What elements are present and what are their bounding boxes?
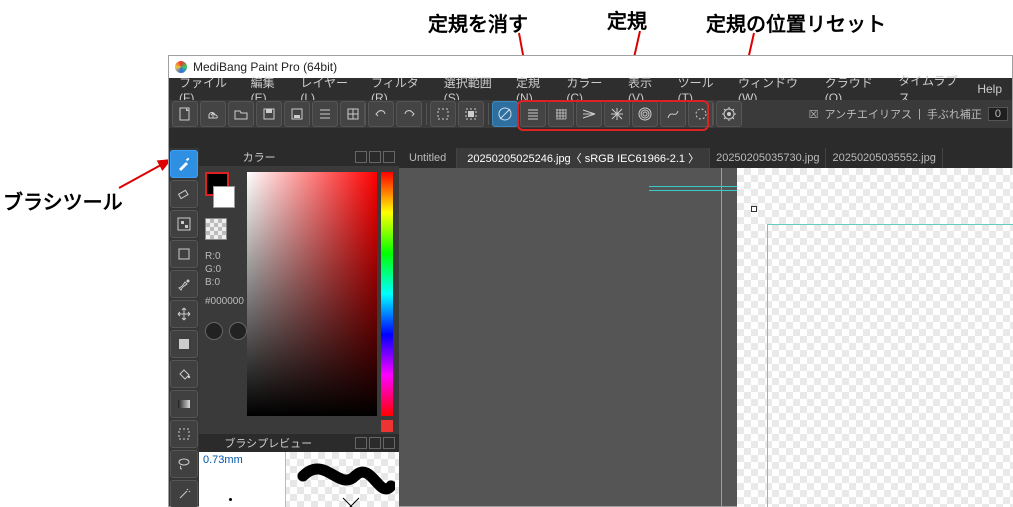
tb-undo-icon[interactable] [368, 101, 394, 127]
brush-preview: 0.73mm [199, 452, 399, 507]
app-title: MediBang Paint Pro (64bit) [193, 60, 337, 74]
brush-stroke-preview [295, 458, 395, 507]
tb-ruler-settings-icon[interactable] [716, 101, 742, 127]
tb-saveas-icon[interactable] [284, 101, 310, 127]
color-panel: R:0 G:0 B:0 #000000 [199, 166, 399, 434]
panel-close-icon[interactable] [383, 151, 395, 163]
app-window: MediBang Paint Pro (64bit) ファイル(F) 編集(E)… [168, 55, 1013, 507]
guide-vertical [721, 168, 722, 506]
tb-ruler-concentric-icon[interactable] [632, 101, 658, 127]
tool-dot-icon[interactable] [170, 210, 198, 238]
menubar: ファイル(F) 編集(E) レイヤー(L) フィルタ(R) 選択範囲(S) 定規… [169, 78, 1012, 100]
hue-slider[interactable] [381, 172, 393, 416]
canvas-area: Untitled 20250205025246.jpg〈 sRGB IEC619… [399, 148, 1012, 506]
tool-shape-icon[interactable] [170, 240, 198, 268]
artboard[interactable] [399, 168, 1012, 506]
hex-readout[interactable]: #000000 [205, 296, 244, 307]
panel-close-icon-2[interactable] [383, 437, 395, 449]
tb-cloud-open-icon[interactable] [200, 101, 226, 127]
selection-handle[interactable] [751, 206, 757, 212]
tb-ruler-radial-icon[interactable] [604, 101, 630, 127]
color-panel-header: カラー [199, 148, 399, 166]
palette-icon-1[interactable] [205, 322, 223, 340]
palette-column: カラー R:0 G:0 B:0 #000000 [199, 148, 400, 506]
tb-deselect-icon[interactable] [430, 101, 456, 127]
color-panel-title: カラー [243, 149, 276, 165]
main-toolbar: ☒ アンチエイリアス | 手ぶれ補正 0 [169, 100, 1012, 128]
tb-grid-icon[interactable] [340, 101, 366, 127]
toolbar-right-status: ☒ アンチエイリアス | 手ぶれ補正 0 [809, 100, 1008, 128]
brush-panel-title: ブラシプレビュー [224, 435, 312, 451]
tool-eraser-icon[interactable] [170, 180, 198, 208]
anno-brush-tool: ブラシツール [3, 186, 123, 215]
tb-ruler-ellipse-icon[interactable] [688, 101, 714, 127]
hue-indicator [381, 420, 393, 432]
tb-open-icon[interactable] [228, 101, 254, 127]
tb-ruler-off-icon[interactable] [492, 101, 518, 127]
tb-sep-label: | [918, 108, 921, 120]
tool-bucket-icon[interactable] [170, 360, 198, 388]
tb-list-icon[interactable] [312, 101, 338, 127]
anno-ruler-off: 定規を消す [428, 8, 528, 37]
anno-ruler-reset: 定規の位置リセット [706, 8, 886, 37]
brush-size-label: 0.73mm [203, 454, 243, 466]
panel-opt-icon[interactable] [369, 151, 381, 163]
tool-select-rect-icon[interactable] [170, 420, 198, 448]
aa-label: アンチエイリアス [824, 106, 912, 122]
document-tabs: Untitled 20250205025246.jpg〈 sRGB IEC619… [399, 148, 1012, 168]
page-outline [767, 224, 1013, 507]
stabilizer-value[interactable]: 0 [988, 107, 1008, 121]
stabilizer-label: 手ぶれ補正 [927, 106, 982, 122]
tool-pen-icon[interactable] [170, 270, 198, 298]
tab-doc-3[interactable]: 20250205035730.jpg [710, 148, 826, 168]
tab-doc-2[interactable]: 20250205025246.jpg〈 sRGB IEC61966-2.1 〉 [457, 148, 710, 168]
palette-icon-2[interactable] [229, 322, 247, 340]
tool-brush-icon[interactable] [170, 150, 198, 178]
panel-min-icon-2[interactable] [355, 437, 367, 449]
rgb-b: B:0 [205, 276, 221, 289]
panel-min-icon[interactable] [355, 151, 367, 163]
tool-column [169, 148, 200, 506]
tb-ruler-cross-icon[interactable] [548, 101, 574, 127]
tool-move-icon[interactable] [170, 300, 198, 328]
tb-save-icon[interactable] [256, 101, 282, 127]
tab-doc-4[interactable]: 20250205035552.jpg [826, 148, 942, 168]
tool-fill-icon[interactable] [170, 330, 198, 358]
aa-checkbox[interactable]: ☒ [809, 108, 819, 121]
brush-preview-divider [285, 452, 286, 507]
tb-redo-icon[interactable] [396, 101, 422, 127]
tab-untitled[interactable]: Untitled [399, 148, 457, 168]
brush-tip-dot [229, 498, 232, 501]
tool-lasso-icon[interactable] [170, 450, 198, 478]
tb-new-icon[interactable] [172, 101, 198, 127]
panel-opt-icon-2[interactable] [369, 437, 381, 449]
canvas-paper[interactable] [737, 168, 1013, 507]
tb-ruler-curve-icon[interactable] [660, 101, 686, 127]
app-logo-icon [175, 61, 187, 73]
transparent-swatch[interactable] [205, 218, 227, 240]
color-field[interactable] [247, 172, 377, 416]
background-swatch[interactable] [213, 186, 235, 208]
tb-ruler-parallel-icon[interactable] [520, 101, 546, 127]
brush-panel-header: ブラシプレビュー [199, 434, 399, 452]
rgb-r: R:0 [205, 250, 221, 263]
tb-selectall-icon[interactable] [458, 101, 484, 127]
menu-help[interactable]: Help [971, 82, 1008, 96]
tool-magicwand-icon[interactable] [170, 480, 198, 507]
tb-ruler-vanish-icon[interactable] [576, 101, 602, 127]
tool-gradient-icon[interactable] [170, 390, 198, 418]
tab-strip [169, 128, 1012, 148]
color-mode-icons [205, 322, 247, 340]
arrow-brush-tool [116, 154, 176, 194]
rgb-g: G:0 [205, 263, 221, 276]
rgb-readout: R:0 G:0 B:0 [205, 250, 221, 289]
